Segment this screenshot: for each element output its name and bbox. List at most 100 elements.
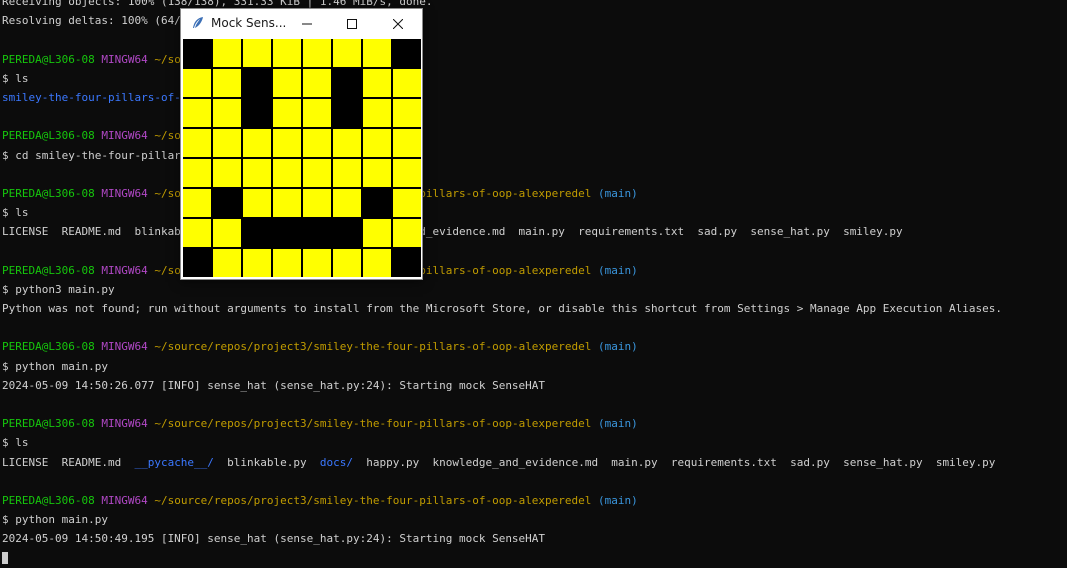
led-pixel [183,69,211,97]
led-pixel [393,69,421,97]
led-pixel [213,39,241,67]
terminal-text: (main) [591,340,638,354]
terminal-line: PEREDA@L306-08 MINGW64 ~/source/repos/pr… [2,126,1067,145]
led-pixel [333,219,361,247]
led-pixel [333,249,361,277]
terminal-line: $ ls [2,203,1067,222]
led-pixel [243,159,271,187]
terminal-line: PEREDA@L306-08 MINGW64 ~/source/repos/pr… [2,184,1067,203]
terminal-text: MINGW64 [101,52,148,66]
terminal-text: Receiving objects: 100% (138/138), 331.3… [2,0,433,8]
terminal-text: PEREDA@L306-08 [2,186,95,200]
led-pixel [333,99,361,127]
led-pixel [363,129,391,157]
terminal-text: blinkable.py [213,455,320,469]
led-pixel [183,189,211,217]
terminal-line: PEREDA@L306-08 MINGW64 ~/source/repos/pr… [2,491,1067,510]
terminal-line: $ cd smiley-the-four-pillars-of-oop-alex… [2,146,1067,165]
terminal-text: MINGW64 [101,263,148,277]
led-pixel [303,69,331,97]
led-pixel [333,129,361,157]
feather-icon [191,16,205,30]
window-titlebar[interactable]: Mock Sens... [181,9,422,37]
terminal-text: ~/source/repos/project3/smiley-the-four-… [147,493,592,507]
terminal-line: LICENSE README.md blinkable.py docs/ hap… [2,222,1067,241]
terminal-text: (main) [591,263,638,277]
terminal-text: PEREDA@L306-08 [2,263,95,277]
led-pixel [243,39,271,67]
led-pixel [213,159,241,187]
led-pixel [363,249,391,277]
terminal-line: $ python3 main.py [2,280,1067,299]
terminal-text: MINGW64 [101,129,148,143]
led-pixel [363,189,391,217]
close-icon [392,14,404,33]
led-pixel [273,249,301,277]
terminal-text: PEREDA@L306-08 [2,52,95,66]
terminal-text: $ ls [2,436,29,450]
led-pixel [183,159,211,187]
minimize-button[interactable] [284,9,330,37]
terminal-text: Python was not found; run without argume… [2,302,1003,315]
led-pixel [333,159,361,187]
terminal-line: 2024-05-09 14:50:26.077 [INFO] sense_hat… [2,376,1067,395]
led-pixel [333,189,361,217]
terminal-line: 2024-05-09 14:50:49.195 [INFO] sense_hat… [2,529,1067,548]
terminal-text: MINGW64 [101,186,148,200]
led-pixel [183,39,211,67]
terminal-cursor [2,552,8,565]
led-pixel [273,39,301,67]
led-pixel [213,189,241,217]
terminal-text: PEREDA@L306-08 [2,493,95,507]
led-pixel [183,249,211,277]
led-pixel [213,249,241,277]
terminal-text: (main) [591,493,638,507]
led-pixel [303,219,331,247]
led-pixel [363,219,391,247]
led-pixel [183,99,211,127]
led-pixel [393,99,421,127]
led-pixel [243,99,271,127]
led-pixel [363,159,391,187]
terminal-text: PEREDA@L306-08 [2,340,95,354]
led-pixel [243,129,271,157]
terminal-line [2,548,1067,567]
led-pixel [303,39,331,67]
led-pixel [243,249,271,277]
led-pixel [303,159,331,187]
terminal-text: __pycache__/ [134,455,214,469]
led-pixel [393,189,421,217]
terminal-text: $ python main.py [2,359,108,373]
terminal-text: (main) [591,186,638,200]
led-pixel [273,219,301,247]
maximize-button[interactable] [329,9,375,37]
terminal-text: PEREDA@L306-08 [2,417,95,431]
led-pixel [363,39,391,67]
terminal-line: PEREDA@L306-08 MINGW64 ~/source/repos/pr… [2,414,1067,433]
terminal-line: PEREDA@L306-08 MINGW64 ~/source/repos/pr… [2,337,1067,356]
maximize-icon [347,14,357,33]
terminal-text: (main) [591,417,638,431]
terminal-output: Receiving objects: 100% (138/138), 331.3… [2,0,1067,568]
close-button[interactable] [375,9,421,37]
led-pixel [243,69,271,97]
led-pixel [333,39,361,67]
led-pixel [303,189,331,217]
mock-sensehat-window[interactable]: Mock Sens... [180,8,423,280]
terminal-line: $ python main.py [2,510,1067,529]
led-pixel [303,129,331,157]
terminal-text: MINGW64 [101,417,148,431]
led-pixel [393,39,421,67]
led-pixel [303,249,331,277]
led-pixel [273,189,301,217]
terminal-text: MINGW64 [101,493,148,507]
terminal-text: $ python main.py [2,513,108,527]
terminal-line: LICENSE README.md __pycache__/ blinkable… [2,453,1067,472]
terminal-line: $ ls [2,69,1067,88]
